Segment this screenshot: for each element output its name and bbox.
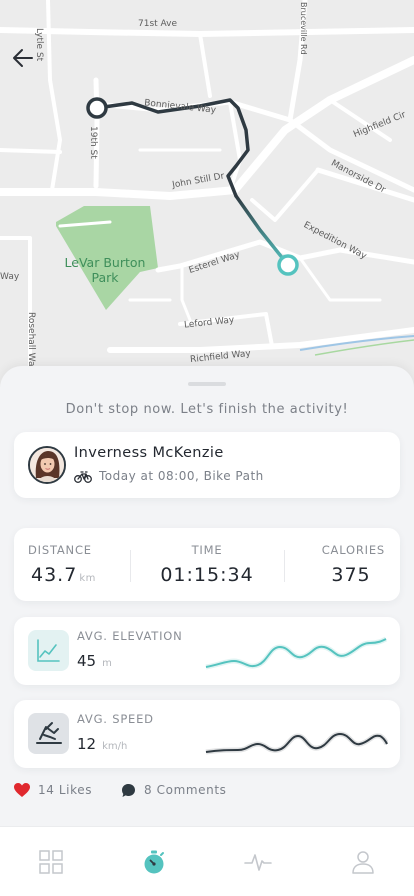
street-label: Way	[0, 272, 20, 282]
tab-profile[interactable]	[348, 847, 378, 877]
street-label: Rosehall Way	[26, 312, 36, 372]
avatar[interactable]	[28, 446, 66, 484]
sheet-drag-handle[interactable]	[188, 382, 226, 386]
speed-value: 12	[77, 735, 97, 753]
park-label: LeVar Burton Park	[64, 255, 146, 285]
elevation-label: AVG. ELEVATION	[77, 629, 183, 643]
elevation-unit: m	[102, 658, 112, 669]
elevation-sparkline	[205, 636, 388, 670]
speed-sparkline	[205, 731, 388, 755]
elevation-value: 45	[77, 652, 97, 670]
speed-icon	[28, 713, 69, 754]
back-button[interactable]	[10, 44, 38, 72]
activity-icon	[244, 854, 272, 871]
time-value: 01:15:34	[160, 564, 254, 586]
street-label: 19th St	[88, 126, 98, 159]
street-label: Bruceville Rd	[299, 2, 308, 55]
distance-value: 43.7	[31, 564, 78, 586]
heart-icon[interactable]	[14, 783, 30, 798]
calories-label: CALORIES	[321, 543, 385, 557]
calories-value: 375	[331, 564, 371, 586]
speed-card[interactable]: AVG. SPEED 12 km/h	[14, 700, 400, 768]
stopwatch-icon	[144, 850, 164, 874]
elevation-card[interactable]: AVG. ELEVATION 45 m	[14, 617, 400, 685]
route-map[interactable]: 71st Ave Lytle St 19th St Bonnievale Way…	[0, 0, 414, 400]
avatar-image	[30, 448, 64, 482]
speed-value-wrap: 12 km/h	[77, 735, 127, 753]
grid-icon	[39, 850, 63, 874]
user-card[interactable]: Inverness McKenzie Today at 08:00, Bike …	[14, 432, 400, 498]
distance-value-wrap: 43.7 km	[31, 564, 96, 586]
comments-count[interactable]: 8 Comments	[144, 783, 227, 797]
map-canvas	[0, 0, 414, 400]
distance-unit: km	[79, 573, 96, 584]
social-row: 14 Likes 8 Comments	[0, 782, 414, 802]
bottom-tab-bar	[0, 826, 414, 896]
street-label: 71st Ave	[138, 19, 178, 29]
speed-label: AVG. SPEED	[77, 712, 154, 726]
time-label: TIME	[191, 543, 223, 557]
line-chart-icon	[28, 630, 69, 671]
activity-sheet: Don't stop now. Let's finish the activit…	[0, 366, 414, 896]
activity-meta: Today at 08:00, Bike Path	[99, 469, 264, 483]
tab-activity[interactable]	[243, 847, 273, 877]
likes-count[interactable]: 14 Likes	[38, 783, 92, 797]
tab-stopwatch[interactable]	[139, 847, 169, 877]
speed-unit: km/h	[102, 741, 128, 752]
route-end-marker	[277, 254, 299, 276]
route-start-marker	[86, 97, 108, 119]
arrow-left-icon	[13, 49, 33, 67]
distance-stat: DISTANCE 43.7 km	[14, 528, 130, 601]
tab-dashboard[interactable]	[36, 847, 66, 877]
bicycle-icon	[74, 471, 92, 483]
comment-icon[interactable]	[121, 783, 136, 798]
elevation-value-wrap: 45 m	[77, 652, 112, 670]
distance-label: DISTANCE	[28, 543, 92, 557]
user-name: Inverness McKenzie	[74, 445, 224, 461]
profile-icon	[352, 851, 374, 874]
time-stat: TIME 01:15:34	[130, 528, 284, 601]
calories-stat: CALORIES 375	[284, 528, 400, 601]
motivation-text: Don't stop now. Let's finish the activit…	[65, 402, 349, 417]
stats-card: DISTANCE 43.7 km TIME 01:15:34 CALORIES 3…	[14, 528, 400, 601]
